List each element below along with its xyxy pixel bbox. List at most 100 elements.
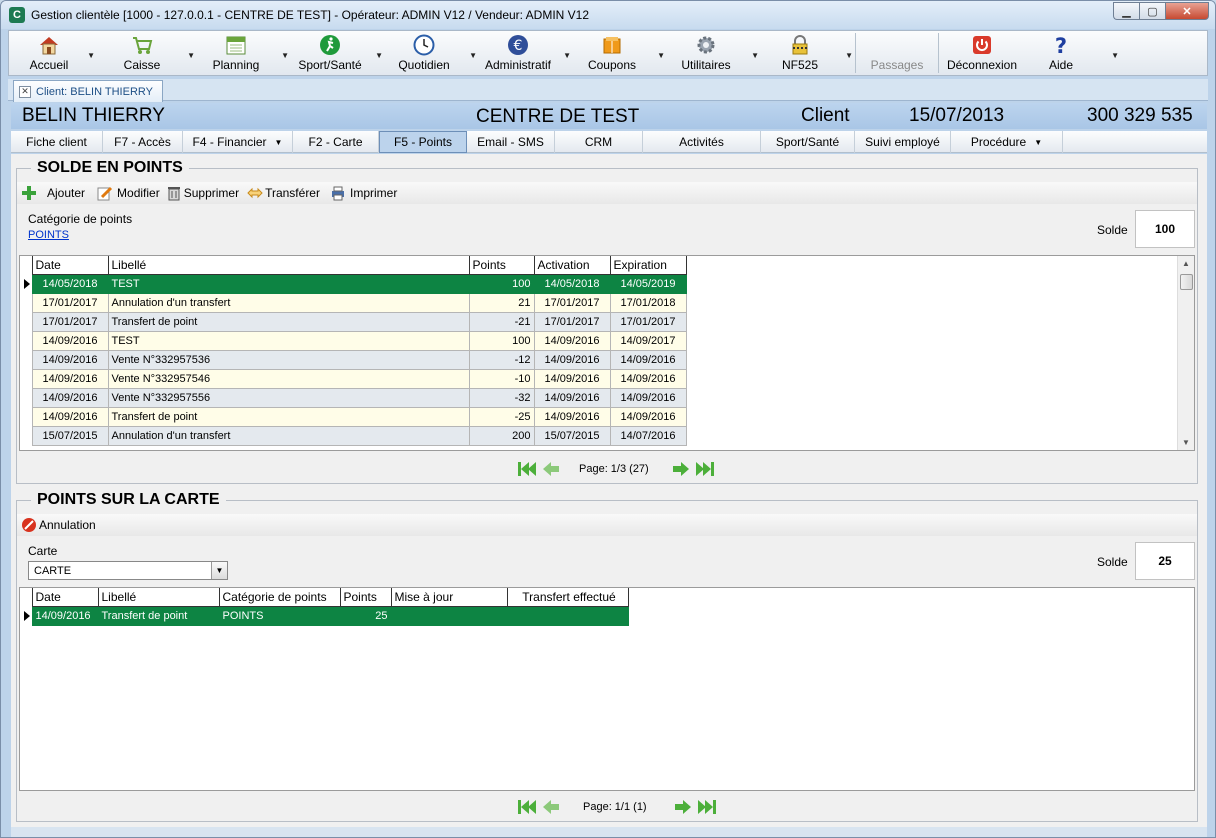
table-row[interactable]: 14/09/2016 Vente N°332957556 -32 14/09/2… [20,387,687,408]
tab-f4-financier[interactable]: F4 - Financier ▼ [183,131,293,153]
supprimer-button[interactable]: Supprimer [166,185,239,201]
tab-client[interactable]: ✕ Client: BELIN THIERRY [13,80,163,102]
svg-text:?: ? [1055,34,1067,56]
col-expiration[interactable]: Expiration [609,256,687,275]
points-carte-grid: Date Libellé Catégorie de points Points … [19,587,1195,791]
scroll-down-icon[interactable]: ▼ [1182,438,1190,447]
col-libelle[interactable]: Libellé [97,588,220,607]
tab-activites[interactable]: Activités [643,131,761,153]
col-activation[interactable]: Activation [533,256,611,275]
tab-suivi-employe[interactable]: Suivi employé [855,131,951,153]
scroll-thumb[interactable] [1180,274,1193,290]
col-categorie[interactable]: Catégorie de points [218,588,341,607]
first-page-icon[interactable] [517,798,537,816]
solde-points-title: SOLDE EN POINTS [31,159,189,177]
col-mise-a-jour[interactable]: Mise à jour [390,588,508,607]
row-indicator-icon [20,274,32,293]
toolbar-coupons[interactable]: Coupons ▼ [565,31,665,75]
next-page-icon[interactable] [673,798,693,816]
tab-f5-points[interactable]: F5 - Points [379,131,467,153]
prev-page-icon[interactable] [541,798,561,816]
categorie-label: Catégorie de points [28,212,133,226]
chevron-down-icon[interactable]: ▼ [1111,51,1119,60]
col-points[interactable]: Points [468,256,535,275]
toolbar-accueil[interactable]: Accueil ▼ [9,31,95,75]
app-logo-icon: C [9,7,25,23]
points-carte-actions: Annulation [17,514,1197,536]
first-page-icon[interactable] [517,460,537,478]
carte-select[interactable]: CARTE ▼ [28,561,228,580]
table-row[interactable]: 17/01/2017 Transfert de point -21 17/01/… [20,311,687,332]
trash-icon [167,187,180,201]
last-page-icon[interactable] [697,798,717,816]
solde-carte-value: 25 [1135,542,1195,580]
maximize-button[interactable]: ▢ [1139,2,1165,20]
toolbar-planning[interactable]: Planning ▼ [189,31,289,75]
chevron-down-icon[interactable]: ▼ [275,138,283,147]
toolbar-utilitaires[interactable]: Utilitaires ▼ [659,31,759,75]
toolbar-administratif[interactable]: € Administratif ▼ [471,31,571,75]
tab-f7-acces[interactable]: F7 - Accès [103,131,183,153]
clock-icon [413,34,435,56]
tab-client-label: Client: BELIN THIERRY [36,85,153,98]
table-row[interactable]: 14/05/2018 TEST 100 14/05/2018 14/05/201… [20,273,687,294]
printer-icon [331,186,344,201]
tab-procedure[interactable]: Procédure ▼ [951,131,1063,153]
table-row[interactable]: 14/09/2016 Vente N°332957536 -12 14/09/2… [20,349,687,370]
col-date[interactable]: Date [31,588,99,607]
solde-points-actions: Ajouter Modifier Supprimer Transférer Im… [17,182,1197,204]
carte-label: Carte [28,544,58,558]
col-date[interactable]: Date [31,256,109,275]
close-button[interactable]: ✕ [1165,2,1209,20]
gear-icon [697,36,715,54]
col-libelle[interactable]: Libellé [107,256,470,275]
tab-crm[interactable]: CRM [555,131,643,153]
solde-points-scrollbar[interactable]: ▲ ▼ [1177,256,1194,450]
categorie-points-link[interactable]: POINTS [28,229,69,241]
table-row[interactable]: 15/07/2015 Annulation d'un transfert 200… [20,425,687,446]
table-row[interactable]: 14/09/2016 TEST 100 14/09/2016 14/09/201… [20,330,687,351]
window-controls: ▁ ▢ ✕ [1113,2,1209,20]
content-area: SOLDE EN POINTS Ajouter Modifier Supprim… [11,154,1207,827]
next-page-icon[interactable] [671,460,691,478]
toolbar-caisse[interactable]: Caisse ▼ [95,31,195,75]
tab-f2-carte[interactable]: F2 - Carte [293,131,379,153]
modifier-button[interactable]: Modifier [97,185,160,201]
solde-value: 100 [1135,210,1195,248]
toolbar-deconnexion[interactable]: Déconnexion [939,31,1025,75]
tab-fiche-client[interactable]: Fiche client [11,131,103,153]
coupon-icon [603,37,621,54]
ajouter-button[interactable]: Ajouter [21,185,85,201]
transferer-button[interactable]: Transférer [247,185,320,201]
tab-email-sms[interactable]: Email - SMS [467,131,555,153]
client-name: BELIN THIERRY [22,105,165,126]
chevron-down-icon[interactable]: ▼ [845,51,853,60]
last-page-icon[interactable] [695,460,715,478]
toolbar-nf525[interactable]: NF525 ▼ [753,31,853,75]
home-icon [40,37,58,55]
document-tabstrip: ✕ Client: BELIN THIERRY [8,79,1208,102]
main-toolbar: Accueil ▼ Caisse ▼ Planning ▼ Sport/Sant… [8,30,1208,76]
runner-icon [320,35,340,55]
toolbar-sport-sante[interactable]: Sport/Santé ▼ [283,31,383,75]
prev-page-icon[interactable] [541,460,561,478]
col-points[interactable]: Points [339,588,392,607]
imprimer-button[interactable]: Imprimer [330,185,397,201]
chevron-down-icon[interactable]: ▼ [87,51,95,60]
table-row[interactable]: 17/01/2017 Annulation d'un transfert 21 … [20,292,687,313]
toolbar-quotidien[interactable]: Quotidien ▼ [377,31,477,75]
table-row[interactable]: 14/09/2016 Transfert de point POINTS 25 [20,605,629,626]
close-tab-icon[interactable]: ✕ [19,85,31,98]
chevron-down-icon[interactable]: ▼ [211,562,227,579]
power-icon [973,36,991,54]
minimize-button[interactable]: ▁ [1113,2,1139,20]
tab-sport-sante[interactable]: Sport/Santé [761,131,855,153]
chevron-down-icon[interactable]: ▼ [1034,138,1042,147]
table-row[interactable]: 14/09/2016 Vente N°332957546 -10 14/09/2… [20,368,687,389]
cart-icon [133,37,153,54]
toolbar-aide[interactable]: ? Aide ▼ [1025,31,1119,75]
scroll-up-icon[interactable]: ▲ [1182,259,1190,268]
col-transfert-effectue[interactable]: Transfert effectué [506,588,629,607]
annulation-button[interactable]: Annulation [21,517,96,533]
table-row[interactable]: 14/09/2016 Transfert de point -25 14/09/… [20,406,687,427]
